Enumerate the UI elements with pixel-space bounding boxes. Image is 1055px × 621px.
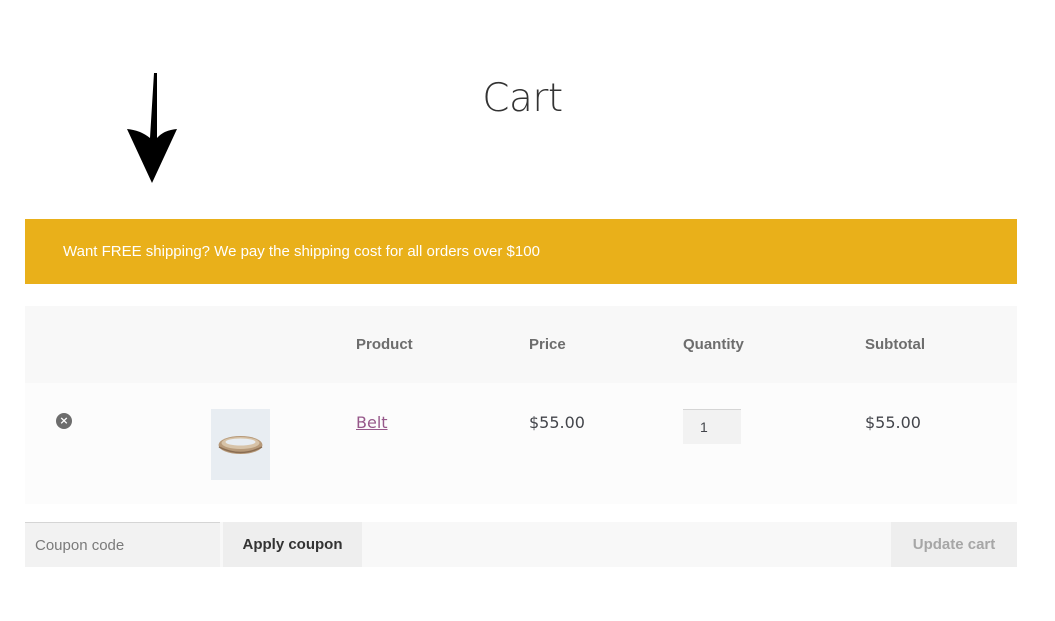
coupon-code-input[interactable] bbox=[25, 522, 220, 567]
quantity-input[interactable] bbox=[683, 409, 741, 444]
belt-image-icon bbox=[211, 409, 270, 480]
cart-actions: Apply coupon Update cart bbox=[25, 522, 1017, 567]
cart-item-row bbox=[25, 383, 1017, 504]
cart-table: Product Price Quantity Subtotal bbox=[25, 306, 1017, 504]
arrow-down-icon bbox=[127, 73, 177, 183]
cart-table-header: Product Price Quantity Subtotal bbox=[25, 306, 1017, 383]
product-link-belt[interactable]: Belt bbox=[356, 413, 388, 432]
apply-coupon-button[interactable]: Apply coupon bbox=[223, 522, 362, 567]
header-quantity: Quantity bbox=[683, 336, 744, 353]
update-cart-button[interactable]: Update cart bbox=[891, 522, 1017, 567]
item-price: $55.00 bbox=[529, 413, 585, 432]
remove-item-icon[interactable]: × bbox=[56, 413, 72, 429]
header-price: Price bbox=[529, 336, 566, 353]
header-product: Product bbox=[356, 336, 413, 353]
header-subtotal: Subtotal bbox=[865, 336, 925, 353]
free-shipping-notice: Want FREE shipping? We pay the shipping … bbox=[25, 219, 1017, 284]
product-thumbnail[interactable] bbox=[211, 409, 270, 480]
item-subtotal: $55.00 bbox=[865, 413, 921, 432]
